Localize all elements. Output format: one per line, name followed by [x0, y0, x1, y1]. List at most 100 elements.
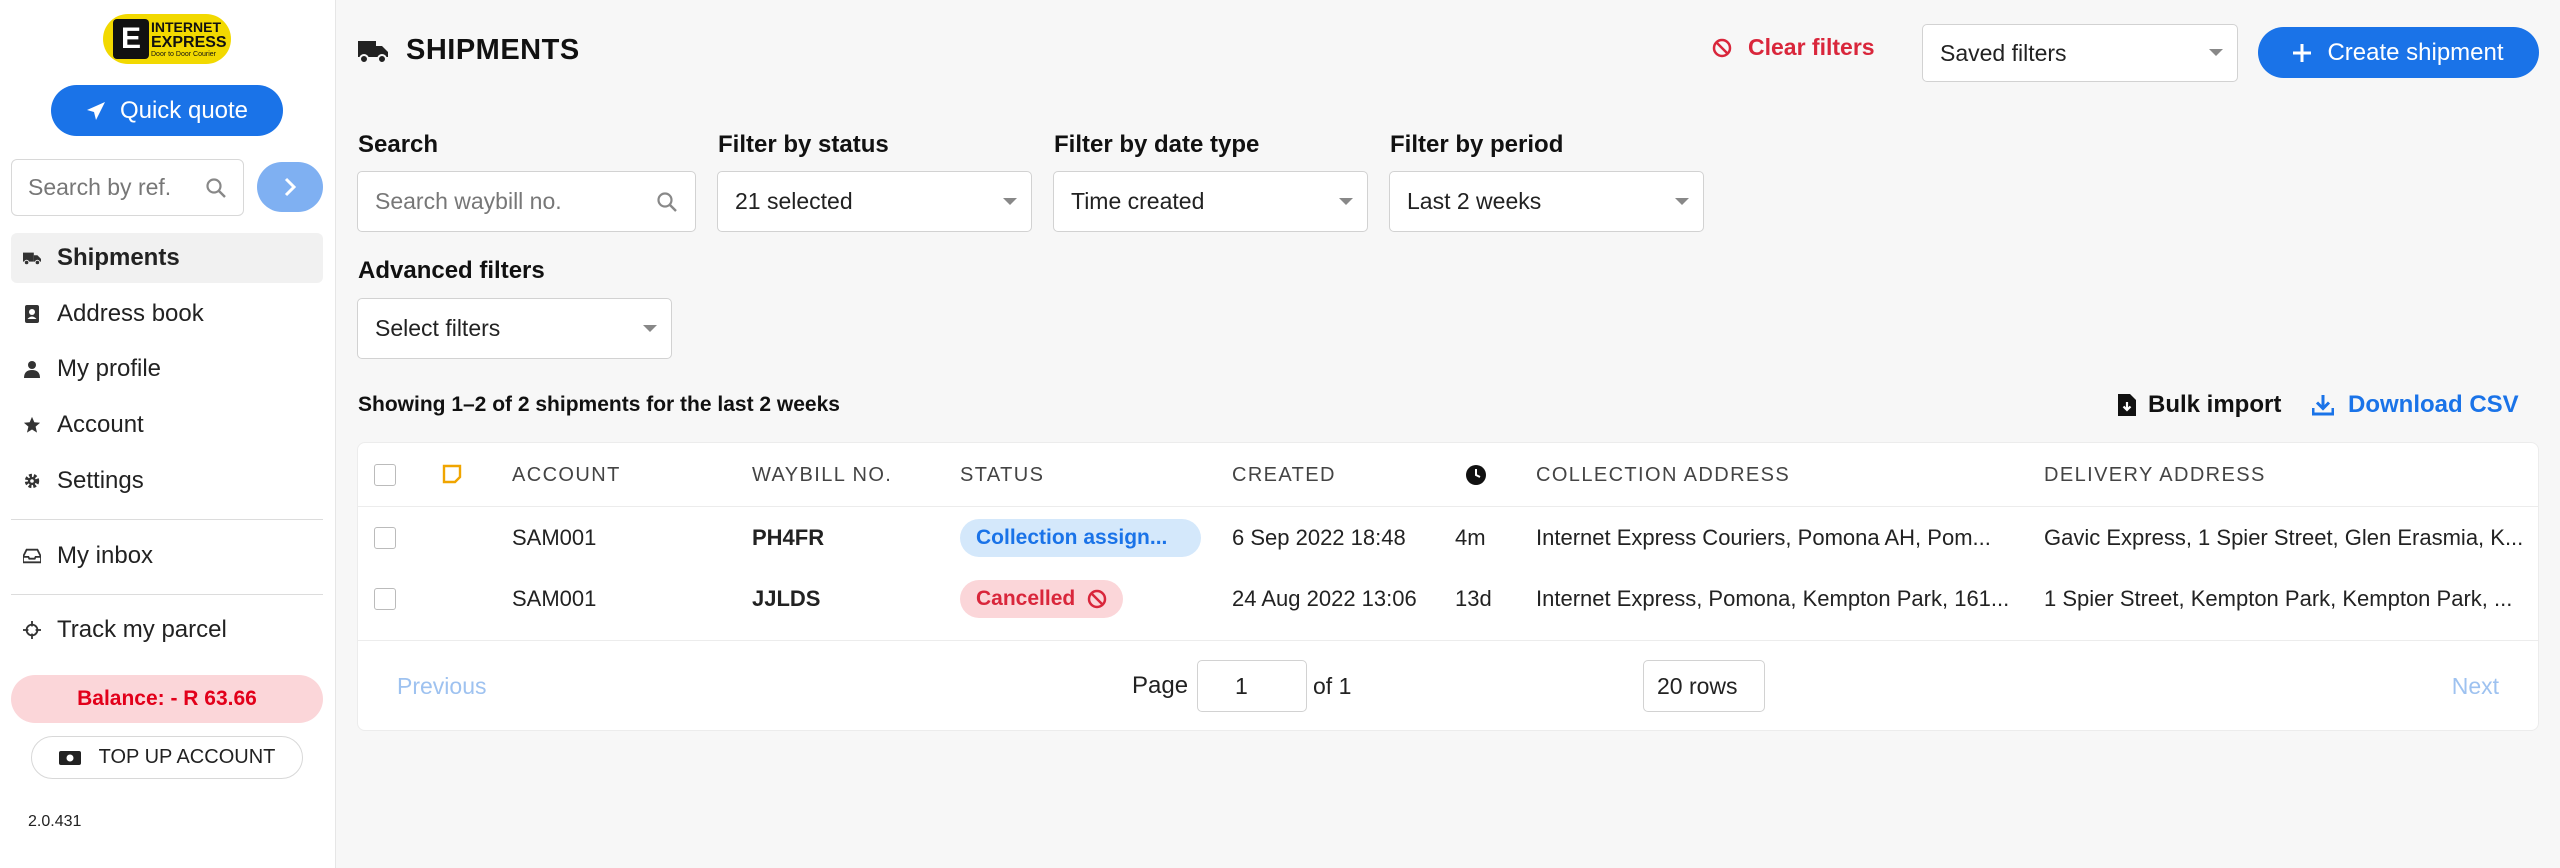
- sidebar-item-shipments[interactable]: Shipments: [11, 233, 323, 283]
- truck-icon: [358, 40, 388, 64]
- user-icon: [24, 361, 40, 378]
- clear-filters-button[interactable]: Clear filters: [1712, 34, 1875, 61]
- cell-waybill[interactable]: JJLDS: [752, 569, 942, 629]
- sidebar-item-label: Track my parcel: [57, 616, 227, 643]
- top-up-label: TOP UP ACCOUNT: [98, 746, 276, 768]
- bulk-import-button[interactable]: Bulk import: [2118, 391, 2281, 419]
- next-page-button[interactable]: Next: [2452, 641, 2499, 731]
- cell-account: SAM001: [512, 586, 597, 611]
- date-type-filter-value: Time created: [1071, 188, 1205, 214]
- status-filter-label: Filter by status: [718, 131, 889, 158]
- logo-letter: E: [113, 19, 149, 59]
- cell-collection-address: Internet Express, Pomona, Kempton Park, …: [1536, 586, 2010, 611]
- ref-search-box: [11, 159, 244, 216]
- sidebar-item-my-inbox[interactable]: My inbox: [11, 531, 323, 581]
- advanced-filters-value: Select filters: [375, 315, 501, 341]
- star-icon: [23, 416, 41, 433]
- column-header-status[interactable]: STATUS: [960, 443, 1044, 507]
- caret-down-icon: [1003, 197, 1017, 205]
- plus-icon: [2293, 43, 2312, 62]
- sidebar-item-track-my-parcel[interactable]: Track my parcel: [11, 605, 323, 655]
- sidebar-item-settings[interactable]: Settings: [11, 456, 323, 506]
- select-all-checkbox[interactable]: [374, 464, 396, 486]
- page-total: of 1: [1313, 673, 1352, 699]
- period-filter-label: Filter by period: [1390, 131, 1564, 158]
- status-badge: Cancelled: [960, 580, 1124, 618]
- ban-icon: [1087, 589, 1107, 609]
- page-number-input[interactable]: [1197, 660, 1307, 712]
- column-header-collection-address[interactable]: COLLECTION ADDRESS: [1536, 443, 1790, 507]
- sidebar-item-account[interactable]: Account: [11, 400, 323, 450]
- table-row[interactable]: SAM001 JJLDS Cancelled 24 Aug 2022 13:06…: [358, 569, 2538, 629]
- saved-filters-select[interactable]: Saved filters: [1922, 24, 2238, 82]
- advanced-filters-label: Advanced filters: [358, 257, 545, 284]
- date-type-filter-select[interactable]: Time created: [1053, 171, 1368, 232]
- logo-line-1: INTERNET: [151, 19, 221, 35]
- cell-collection-address: Internet Express Couriers, Pomona AH, Po…: [1536, 525, 1991, 550]
- rows-per-page-select[interactable]: 20 rows: [1643, 660, 1765, 712]
- company-logo[interactable]: E INTERNET EXPRESS Door to Door Courier: [103, 14, 231, 64]
- chevron-right-icon: [284, 177, 297, 197]
- search-icon: [657, 191, 677, 212]
- status-badge: Collection assign...: [960, 519, 1201, 557]
- crosshair-icon: [23, 621, 41, 639]
- saved-filters-value: Saved filters: [1940, 39, 2067, 66]
- quick-quote-button[interactable]: Quick quote: [51, 85, 283, 136]
- column-header-account[interactable]: ACCOUNT: [512, 443, 621, 507]
- table-header: ACCOUNT WAYBILL NO. STATUS CREATED COLLE…: [358, 443, 2538, 507]
- advanced-filters-select[interactable]: Select filters: [357, 298, 672, 359]
- previous-page-button[interactable]: Previous: [397, 641, 486, 731]
- waybill-search-input[interactable]: [375, 188, 645, 215]
- column-header-delivery-address[interactable]: DELIVERY ADDRESS: [2044, 443, 2266, 507]
- page-label: Page: [1132, 672, 1189, 699]
- period-filter-value: Last 2 weeks: [1407, 188, 1542, 214]
- sidebar-item-my-profile[interactable]: My profile: [11, 344, 323, 394]
- sidebar-item-label: My inbox: [57, 542, 154, 569]
- table-row[interactable]: SAM001 PH4FR Collection assign... 6 Sep …: [358, 508, 2538, 568]
- row-checkbox[interactable]: [374, 588, 396, 610]
- date-type-filter-label: Filter by date type: [1054, 131, 1260, 158]
- ref-search-go-button[interactable]: [257, 162, 323, 212]
- clock-icon: [1466, 465, 1486, 485]
- caret-down-icon: [2209, 49, 2223, 56]
- sidebar-item-label: Account: [57, 411, 144, 438]
- download-csv-button[interactable]: Download CSV: [2312, 391, 2519, 419]
- app-version: 2.0.431: [28, 813, 82, 830]
- cell-created: 24 Aug 2022 13:06: [1232, 586, 1417, 611]
- period-filter-select[interactable]: Last 2 weeks: [1389, 171, 1704, 232]
- sidebar-item-label: Settings: [57, 467, 144, 494]
- cell-account: SAM001: [512, 525, 597, 550]
- cell-age: 4m: [1455, 525, 1486, 550]
- cell-waybill[interactable]: PH4FR: [752, 508, 942, 568]
- ban-icon: [1712, 38, 1732, 57]
- sidebar-divider: [11, 594, 323, 595]
- column-header-waybill[interactable]: WAYBILL NO.: [752, 443, 892, 507]
- money-icon: [58, 750, 81, 765]
- download-icon: [2312, 395, 2334, 416]
- pagination: Previous Page of 1 20 rows Next: [358, 640, 2538, 732]
- caret-down-icon: [643, 324, 657, 332]
- sidebar-item-label: Address book: [57, 300, 204, 327]
- status-filter-select[interactable]: 21 selected: [717, 171, 1032, 232]
- file-import-icon: [2118, 394, 2136, 416]
- sidebar: E INTERNET EXPRESS Door to Door Courier …: [0, 0, 336, 868]
- create-shipment-label: Create shipment: [2327, 38, 2504, 66]
- row-checkbox[interactable]: [374, 527, 396, 549]
- paper-plane-icon: [86, 101, 105, 120]
- page-title-text: SHIPMENTS: [406, 34, 580, 66]
- search-label: Search: [358, 131, 439, 158]
- download-csv-label: Download CSV: [2348, 391, 2519, 418]
- caret-down-icon: [1339, 197, 1353, 205]
- top-up-account-button[interactable]: TOP UP ACCOUNT: [31, 736, 303, 779]
- column-header-created[interactable]: CREATED: [1232, 443, 1336, 507]
- caret-down-icon: [1675, 197, 1689, 205]
- status-filter-value: 21 selected: [735, 188, 853, 214]
- inbox-icon: [23, 548, 41, 564]
- truck-icon: [23, 252, 41, 266]
- sidebar-item-address-book[interactable]: Address book: [11, 289, 323, 339]
- cell-age: 13d: [1455, 586, 1492, 611]
- create-shipment-button[interactable]: Create shipment: [2258, 27, 2539, 78]
- ref-search-input[interactable]: [28, 174, 188, 201]
- search-icon: [206, 177, 226, 198]
- shipments-table: ACCOUNT WAYBILL NO. STATUS CREATED COLLE…: [357, 442, 2539, 731]
